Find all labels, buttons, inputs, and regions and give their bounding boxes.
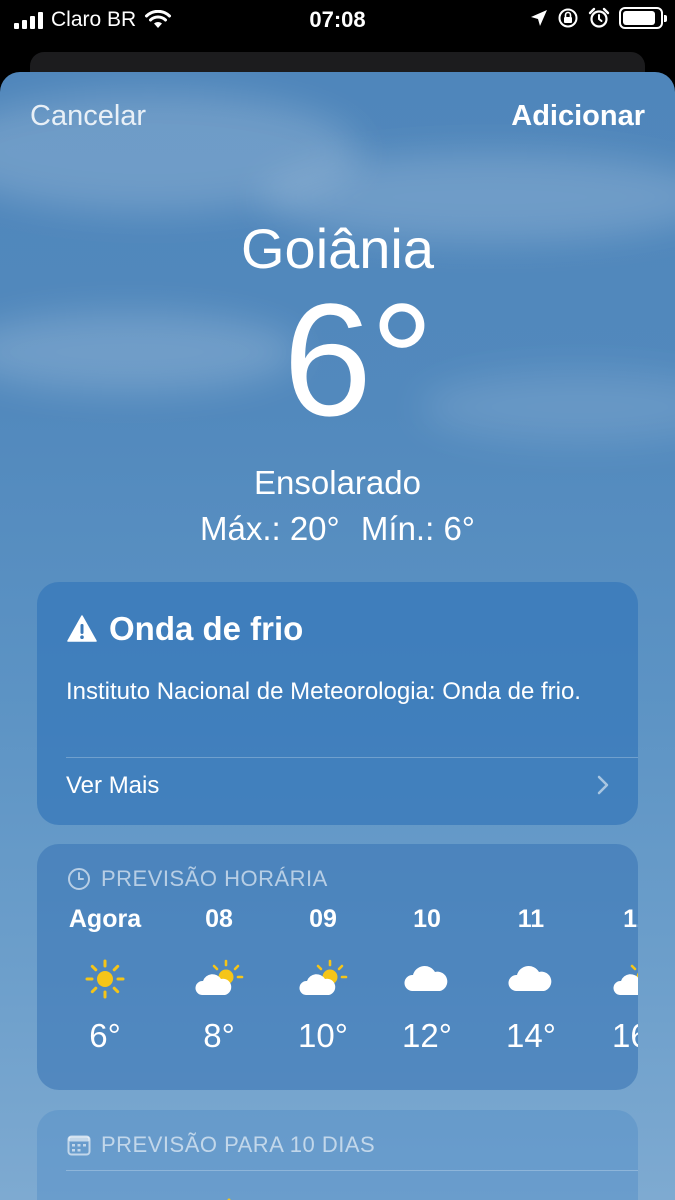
add-button[interactable]: Adicionar: [511, 100, 645, 133]
hour-item: 09 10°: [271, 904, 375, 1058]
high-low: Máx.: 20° Mín.: 6°: [0, 510, 675, 548]
hour-label: 12: [623, 905, 638, 933]
alert-title: Onda de frio: [109, 610, 304, 647]
condition-label: Ensolarado: [254, 464, 421, 501]
cancel-button[interactable]: Cancelar: [30, 100, 146, 133]
partly-sunny-icon: [613, 964, 638, 995]
status-bar: Claro BR 07:08: [0, 0, 675, 40]
calendar-icon: [67, 1135, 91, 1156]
hour-item: 08 8°: [167, 904, 271, 1058]
hourly-title: PREVISÃO HORÁRIA: [101, 866, 328, 891]
hour-label: 09: [309, 905, 337, 933]
divider: [66, 757, 638, 758]
partly-sunny-icon: [299, 959, 348, 995]
hour-label: 11: [517, 905, 545, 933]
hour-label: 08: [205, 905, 233, 933]
hour-temperature: 6°: [89, 1017, 121, 1054]
hour-temperature: 12°: [402, 1017, 452, 1054]
low-temperature: Mín.: 6°: [360, 510, 475, 547]
partly-sunny-icon: [195, 959, 244, 995]
warning-icon: [67, 615, 97, 642]
weather-sheet: Cancelar Adicionar Goiânia 6° Ensolarado…: [0, 72, 675, 1200]
daily-title: PREVISÃO PARA 10 DIAS: [101, 1132, 376, 1157]
hour-temperature: 16°: [612, 1017, 638, 1054]
orientation-lock-icon: [558, 8, 578, 28]
hour-temperature: 14°: [506, 1017, 556, 1054]
hour-temperature: 8°: [203, 1017, 235, 1054]
hourly-header: PREVISÃO HORÁRIA: [67, 866, 328, 892]
hour-item: 12 16°: [585, 904, 638, 1058]
divider: [66, 1170, 638, 1171]
hour-label: Agora: [68, 905, 142, 933]
high-temperature: Máx.: 20°: [199, 510, 340, 547]
alert-card[interactable]: Onda de frio Instituto Nacional de Meteo…: [37, 582, 638, 825]
see-more-link[interactable]: Ver Mais: [66, 772, 159, 800]
daily-header: PREVISÃO PARA 10 DIAS: [67, 1132, 375, 1158]
sun-icon: [85, 959, 125, 999]
nav-bar: Cancelar Adicionar: [0, 100, 675, 140]
alert-description: Instituto Nacional de Meteorologia: Onda…: [66, 678, 581, 705]
hourly-list: Agora 6° 08 8° 09 10° 10 12° 11 14° 1 1: [37, 904, 638, 1074]
hour-item: 11 14°: [479, 904, 583, 1058]
clock-icon: [68, 868, 90, 890]
status-right: [530, 7, 667, 29]
hour-item: Agora 6°: [53, 904, 157, 1058]
battery-icon: [619, 7, 667, 29]
hour-item: 10 12°: [375, 904, 479, 1058]
hour-temperature: 10°: [298, 1017, 348, 1054]
hourly-forecast-card[interactable]: PREVISÃO HORÁRIA Agora 6° 08 8° 09 10° 1…: [37, 844, 638, 1090]
alarm-icon: [588, 7, 610, 28]
daily-forecast-card[interactable]: PREVISÃO PARA 10 DIAS: [37, 1110, 638, 1200]
chevron-right-icon: [597, 775, 609, 795]
cloud-icon: [404, 966, 448, 991]
location-icon: [531, 10, 547, 26]
alert-header: Onda de frio: [67, 610, 303, 648]
current-temperature: 6°: [283, 270, 434, 449]
cloud-icon: [508, 966, 552, 991]
hour-label: 10: [413, 905, 441, 933]
